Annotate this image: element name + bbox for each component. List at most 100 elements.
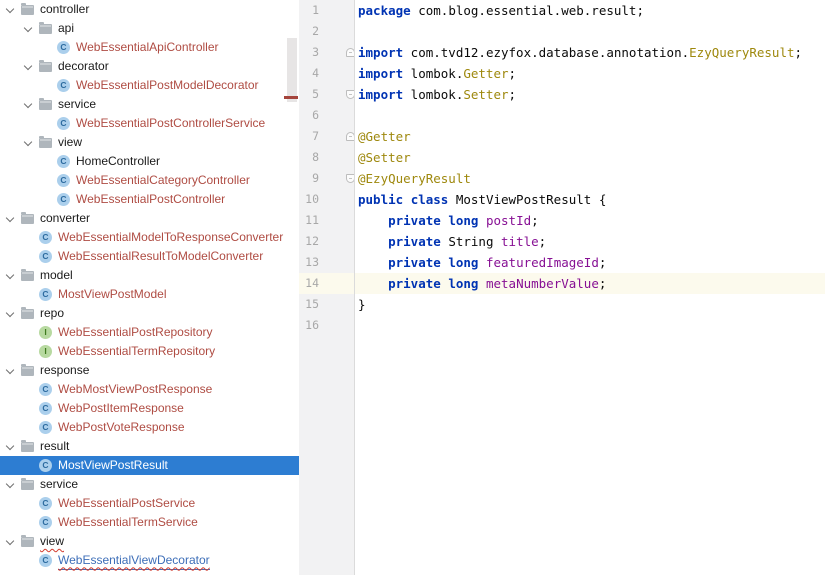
chevron-down-icon[interactable]	[5, 4, 15, 13]
fold-column	[319, 42, 358, 63]
tree-row[interactable]: decorator	[0, 57, 299, 76]
code-line[interactable]: 2	[299, 21, 825, 42]
folder-icon	[39, 136, 52, 148]
code-line[interactable]: 11 private long postId;	[299, 210, 825, 231]
tree-scrollbar-thumb[interactable]	[287, 38, 297, 102]
class-icon: C	[39, 497, 52, 510]
fold-column	[319, 147, 358, 168]
tree-item-label: result	[40, 439, 70, 453]
code-line[interactable]: 5 import lombok.Setter;	[299, 84, 825, 105]
code-line[interactable]: 15}	[299, 294, 825, 315]
tree-row[interactable]: C WebEssentialViewDecorator	[0, 551, 299, 570]
code-line[interactable]: 12 private String title;	[299, 231, 825, 252]
code-line[interactable]: 3 import com.tvd12.ezyfox.database.annota…	[299, 42, 825, 63]
tree-row[interactable]: C WebEssentialPostModelDecorator	[0, 76, 299, 95]
tree-item-label: model	[40, 268, 73, 282]
code-line[interactable]: 14 private long metaNumberValue;	[299, 273, 825, 294]
code-editor[interactable]: 1 package com.blog.essential.web.result; 2…	[299, 0, 825, 575]
line-number: 14	[305, 276, 319, 290]
tree-row[interactable]: repo	[0, 304, 299, 323]
tree-row[interactable]: C WebPostVoteResponse	[0, 418, 299, 437]
tree-row[interactable]: controller	[0, 0, 299, 19]
tree-row[interactable]: C WebEssentialModelToResponseConverter	[0, 228, 299, 247]
code-line[interactable]: 6	[299, 105, 825, 126]
tree-row[interactable]: C WebEssentialTermService	[0, 513, 299, 532]
tree-row[interactable]: result	[0, 437, 299, 456]
code-line[interactable]: 10 public class MostViewPostResult {	[299, 189, 825, 210]
tree-row[interactable]: I WebEssentialPostRepository	[0, 323, 299, 342]
code-text: private String title;	[388, 234, 547, 249]
tree-item-label: WebEssentialViewDecorator	[58, 552, 210, 570]
code-line[interactable]: 7 @Getter	[299, 126, 825, 147]
tree-row[interactable]: view	[0, 532, 299, 551]
tree-row[interactable]: C MostViewPostModel	[0, 285, 299, 304]
line-number: 10	[305, 192, 319, 206]
code-line[interactable]: 9 @EzyQueryResult	[299, 168, 825, 189]
tree-row[interactable]: service	[0, 475, 299, 494]
chevron-down-icon[interactable]	[23, 61, 33, 70]
code-text: @EzyQueryResult	[358, 171, 471, 186]
tree-item-label: response	[40, 363, 90, 377]
chevron-down-icon[interactable]	[5, 308, 15, 317]
chevron-down-icon[interactable]	[23, 137, 33, 146]
fold-column	[319, 273, 358, 294]
tree-row[interactable]: C WebEssentialApiController	[0, 38, 299, 57]
folder-icon	[21, 535, 34, 547]
tree-row[interactable]: service	[0, 95, 299, 114]
code-line[interactable]: 1 package com.blog.essential.web.result;	[299, 0, 825, 21]
gutter-divider	[354, 0, 355, 575]
chevron-down-icon[interactable]	[5, 536, 15, 545]
chevron-down-icon[interactable]	[23, 23, 33, 32]
tree-item-label: WebPostVoteResponse	[58, 420, 185, 434]
tree-item-label: controller	[40, 2, 90, 16]
tree-item-label: service	[58, 97, 97, 111]
chevron-down-icon[interactable]	[5, 479, 15, 488]
tree-row[interactable]: C WebEssentialPostService	[0, 494, 299, 513]
tree-row[interactable]: C WebEssentialResultToModelConverter	[0, 247, 299, 266]
scrollbar-error-stripe	[284, 96, 298, 99]
fold-column	[319, 294, 358, 315]
tree-row[interactable]: C WebEssentialPostController	[0, 190, 299, 209]
class-icon: C	[39, 250, 52, 263]
tree-row[interactable]: C WebEssentialPostControllerService	[0, 114, 299, 133]
fold-column	[319, 21, 358, 42]
line-number: 7	[312, 129, 319, 143]
code-text: private long metaNumberValue;	[388, 276, 607, 291]
code-line[interactable]: 13 private long featuredImageId;	[299, 252, 825, 273]
tree-item-label: WebEssentialApiController	[76, 40, 219, 54]
code-line[interactable]: 8 @Setter	[299, 147, 825, 168]
class-icon: C	[57, 155, 70, 168]
tree-row[interactable]: view	[0, 133, 299, 152]
chevron-down-icon[interactable]	[5, 270, 15, 279]
chevron-down-icon[interactable]	[5, 213, 15, 222]
tree-row[interactable]: model	[0, 266, 299, 285]
tree-item-label: service	[40, 477, 79, 491]
code-line[interactable]: 4 import lombok.Getter;	[299, 63, 825, 84]
code-line[interactable]: 16	[299, 315, 825, 336]
tree-item-label: WebEssentialPostRepository	[58, 325, 213, 339]
tree-item-label: WebMostViewPostResponse	[58, 382, 213, 396]
tree-row[interactable]: response	[0, 361, 299, 380]
tree-row[interactable]: C HomeController	[0, 152, 299, 171]
folder-icon	[21, 212, 34, 224]
tree-item-label: HomeController	[76, 154, 161, 168]
code-text: package com.blog.essential.web.result;	[358, 3, 644, 18]
chevron-down-icon[interactable]	[5, 441, 15, 450]
folder-icon	[21, 307, 34, 319]
fold-column	[319, 63, 358, 84]
tree-row[interactable]: C WebMostViewPostResponse	[0, 380, 299, 399]
tree-row[interactable]: C WebEssentialCategoryController	[0, 171, 299, 190]
tree-row[interactable]: C MostViewPostResult	[0, 456, 299, 475]
tree-item-label: WebEssentialPostModelDecorator	[76, 78, 259, 92]
tree-row[interactable]: api	[0, 19, 299, 38]
tree-row[interactable]: C WebPostItemResponse	[0, 399, 299, 418]
chevron-down-icon[interactable]	[5, 365, 15, 374]
tree-item-label: repo	[40, 306, 65, 320]
code-text: import lombok.Setter;	[358, 87, 517, 102]
class-icon: C	[39, 421, 52, 434]
line-number: 11	[305, 213, 319, 227]
tree-row[interactable]: I WebEssentialTermRepository	[0, 342, 299, 361]
folder-icon	[39, 60, 52, 72]
tree-row[interactable]: converter	[0, 209, 299, 228]
chevron-down-icon[interactable]	[23, 99, 33, 108]
